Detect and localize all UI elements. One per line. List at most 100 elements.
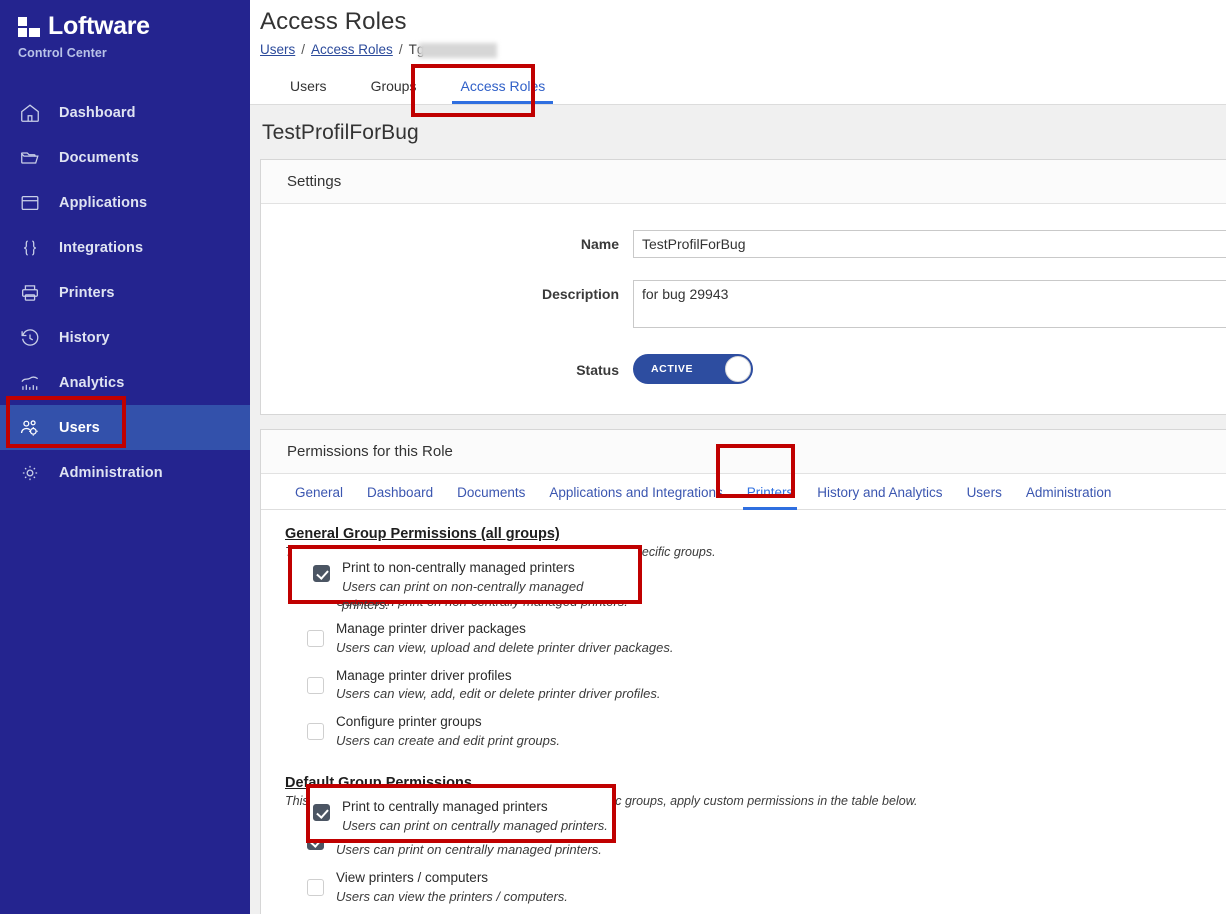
settings-panel-body: Name Description for bug 29943 Status AC…: [261, 204, 1226, 414]
permissions-body: General Group Permissions (all groups) T…: [261, 510, 1226, 914]
permission-checkbox[interactable]: [307, 833, 324, 850]
permission-title: Configure printer groups: [336, 712, 560, 732]
tab-users[interactable]: Users: [268, 79, 349, 104]
perm-tab-users[interactable]: Users: [955, 485, 1014, 509]
sidebar-item-label: Users: [59, 420, 100, 436]
name-input[interactable]: [633, 230, 1226, 258]
permission-title: Print to centrally managed printers: [336, 822, 602, 842]
sidebar-item-analytics[interactable]: Analytics: [0, 360, 250, 405]
sidebar-item-users[interactable]: Users: [0, 405, 250, 450]
gear-icon: [18, 461, 42, 485]
folder-icon: [18, 146, 42, 170]
permission-description: Users can print on centrally managed pri…: [336, 841, 602, 860]
permission-row: Manage printer driver packages Users can…: [285, 615, 1226, 661]
permission-checkbox[interactable]: [307, 677, 324, 694]
page-tabbar: Users Groups Access Roles: [250, 67, 1226, 105]
brand: Loftware Control Center: [0, 0, 250, 60]
permission-row: Configure printer groups Users can creat…: [285, 708, 1226, 754]
perm-tab-administration[interactable]: Administration: [1014, 485, 1124, 509]
permissions-panel: Permissions for this Role General Dashbo…: [260, 429, 1226, 914]
permission-row: Manage printer driver profiles Users can…: [285, 662, 1226, 708]
tab-access-roles[interactable]: Access Roles: [438, 79, 567, 104]
brand-subtitle: Control Center: [18, 46, 250, 60]
permission-row: Print to centrally managed printers User…: [285, 818, 1226, 864]
sidebar-item-history[interactable]: History: [0, 315, 250, 360]
breadcrumb-current-prefix: T: [409, 42, 417, 57]
window-icon: [18, 191, 42, 215]
permission-texts: Configure printer groups Users can creat…: [336, 712, 560, 750]
permission-checkbox[interactable]: [307, 723, 324, 740]
status-field-row: Status ACTIVE: [261, 354, 1226, 384]
settings-panel-title: Settings: [261, 160, 1226, 204]
breadcrumb-current-redacted: Tg: [409, 42, 425, 57]
permission-description: Users can create and edit print groups.: [336, 732, 560, 751]
permission-checkbox[interactable]: [307, 584, 324, 601]
perm-tab-history-and-analytics[interactable]: History and Analytics: [805, 485, 954, 509]
permission-texts: Print to non-centrally managed printers …: [336, 573, 628, 611]
tab-groups[interactable]: Groups: [349, 79, 439, 104]
sidebar-item-label: Analytics: [59, 375, 124, 391]
permission-description: Users can view, upload and delete printe…: [336, 639, 673, 658]
sidebar-item-label: Dashboard: [59, 105, 136, 121]
status-label: Status: [261, 354, 633, 378]
sidebar-item-label: Integrations: [59, 240, 143, 256]
permission-description: Users can print on non-centrally managed…: [336, 593, 628, 612]
sidebar-item-documents[interactable]: Documents: [0, 135, 250, 180]
content-area: TestProfilForBug Settings Name Descripti…: [250, 105, 1226, 914]
home-icon: [18, 101, 42, 125]
sidebar-item-integrations[interactable]: Integrations: [0, 225, 250, 270]
page-title: Access Roles: [260, 8, 1226, 36]
general-group-permission-list: Print to non-centrally managed printers …: [285, 569, 1226, 755]
main-area: Access Roles Users / Access Roles / Tg U…: [250, 0, 1226, 914]
role-name-heading: TestProfilForBug: [250, 105, 1226, 159]
perm-tab-applications-and-integrations[interactable]: Applications and Integrations: [537, 485, 734, 509]
settings-panel: Settings Name Description for bug 29943 …: [260, 159, 1226, 415]
default-group-permission-list: Print to centrally managed printers User…: [285, 818, 1226, 914]
perm-tab-dashboard[interactable]: Dashboard: [355, 485, 445, 509]
sidebar-item-dashboard[interactable]: Dashboard: [0, 90, 250, 135]
sidebar-item-administration[interactable]: Administration: [0, 450, 250, 495]
description-input[interactable]: for bug 29943: [633, 280, 1226, 328]
permission-title: Print to non-centrally managed printers: [336, 573, 628, 593]
permissions-panel-title: Permissions for this Role: [261, 430, 1226, 474]
breadcrumb-link-users[interactable]: Users: [260, 42, 295, 57]
status-toggle-knob: [725, 356, 751, 382]
sidebar-nav: Dashboard Documents Applications Integra…: [0, 90, 250, 495]
redaction-blur: [419, 43, 497, 58]
app-root: Loftware Control Center Dashboard Docume…: [0, 0, 1226, 914]
sidebar-item-applications[interactable]: Applications: [0, 180, 250, 225]
description-field-row: Description for bug 29943: [261, 280, 1226, 328]
permission-title: Manage printer driver profiles: [336, 666, 660, 686]
name-field-row: Name: [261, 230, 1226, 258]
permission-description: Users can view the printers / computers.: [336, 888, 568, 907]
permission-row: Manage printers / computers Users can ma…: [285, 910, 1226, 914]
perm-tab-general[interactable]: General: [283, 485, 355, 509]
sidebar-item-printers[interactable]: Printers: [0, 270, 250, 315]
permission-title: Manage printer driver packages: [336, 619, 673, 639]
permission-title: View printers / computers: [336, 868, 568, 888]
permission-texts: Manage printer driver packages Users can…: [336, 619, 673, 657]
permission-texts: View printers / computers Users can view…: [336, 868, 568, 906]
sidebar-item-label: Applications: [59, 195, 147, 211]
default-group-section: Default Group Permissions This applies t…: [285, 775, 1226, 914]
permission-row: Print to non-centrally managed printers …: [285, 569, 1226, 615]
breadcrumb-link-access-roles[interactable]: Access Roles: [311, 42, 393, 57]
permission-description: Users can view, add, edit or delete prin…: [336, 685, 660, 704]
sidebar-item-label: Printers: [59, 285, 115, 301]
perm-tab-documents[interactable]: Documents: [445, 485, 537, 509]
braces-icon: [18, 236, 42, 260]
perm-tab-printers[interactable]: Printers: [735, 485, 806, 509]
brand-name: Loftware: [48, 14, 150, 39]
sidebar: Loftware Control Center Dashboard Docume…: [0, 0, 250, 914]
sidebar-item-label: History: [59, 330, 110, 346]
printer-icon: [18, 281, 42, 305]
general-group-heading: General Group Permissions (all groups): [285, 526, 1226, 542]
loftware-logo-icon: [18, 17, 40, 37]
permission-checkbox[interactable]: [307, 630, 324, 647]
breadcrumb-separator: /: [399, 42, 403, 57]
status-toggle[interactable]: ACTIVE: [633, 354, 753, 384]
name-label: Name: [261, 230, 633, 252]
permission-checkbox[interactable]: [307, 879, 324, 896]
status-toggle-label: ACTIVE: [651, 363, 693, 375]
users-gear-icon: [18, 416, 42, 440]
